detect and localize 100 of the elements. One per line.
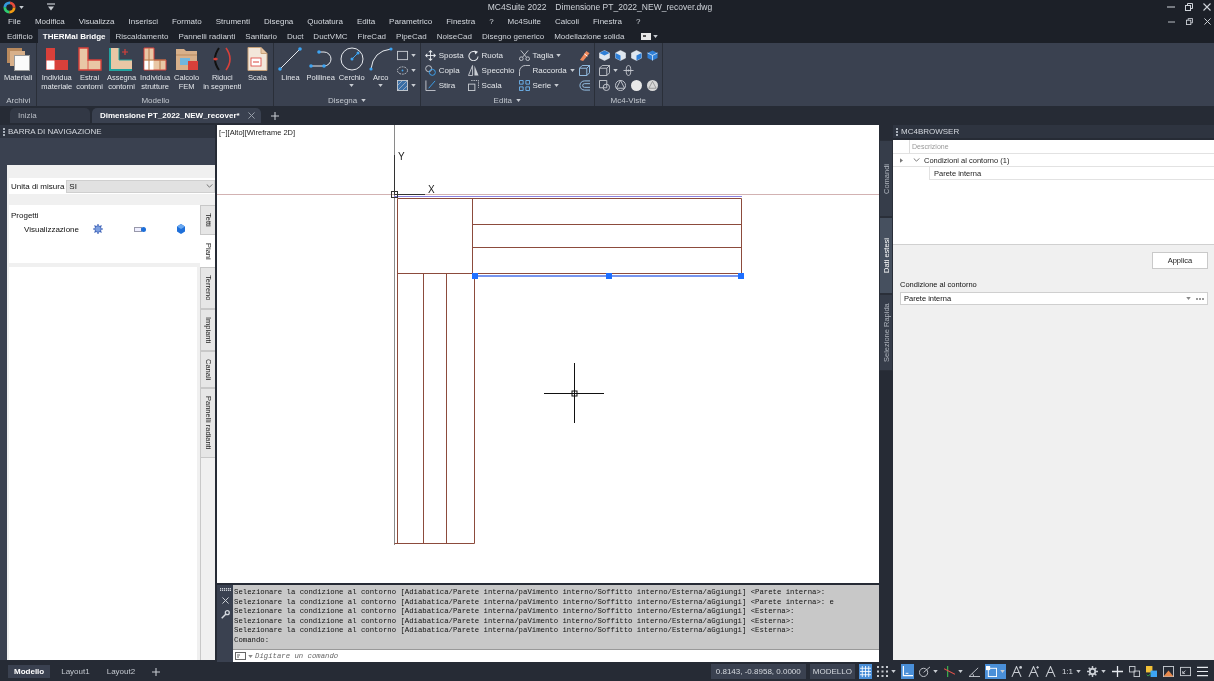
menu-item[interactable]: ? — [482, 17, 501, 26]
icon-button[interactable] — [628, 48, 644, 63]
document-tab[interactable]: Inizia — [10, 108, 90, 123]
ribbon-tab[interactable]: Disegno generico — [476, 29, 550, 43]
plus-icon[interactable] — [270, 111, 279, 120]
status-toggle[interactable] — [984, 664, 1006, 679]
menu-item[interactable]: Disegna — [256, 17, 301, 26]
menu-item[interactable]: ? — [628, 17, 648, 26]
close-icon[interactable] — [221, 597, 229, 604]
status-toggle[interactable] — [900, 664, 914, 679]
unit-dropdown[interactable]: SI — [66, 179, 215, 193]
menu-item[interactable]: Quotatura — [300, 17, 350, 26]
gear-icon[interactable] — [93, 224, 103, 234]
icon-button[interactable] — [596, 78, 612, 93]
menu-item[interactable]: Mc4Suite — [500, 17, 548, 26]
restore-icon[interactable] — [1185, 3, 1193, 11]
ribbon-tab[interactable]: Pannelli radianti — [173, 29, 241, 43]
caret-icon[interactable] — [19, 5, 24, 9]
ribbon-button[interactable]: Specchio — [465, 63, 517, 78]
ribbon-tab[interactable]: FireCad — [352, 29, 392, 43]
restore-icon[interactable] — [1186, 18, 1193, 25]
ribbon-tab[interactable]: NoiseCad — [431, 29, 477, 43]
menu-item[interactable]: Strumenti — [208, 17, 257, 26]
ribbon-tab[interactable]: Sanitario — [240, 29, 282, 43]
status-toggle[interactable] — [1026, 664, 1040, 679]
menu-item[interactable]: Modifica — [27, 17, 72, 26]
ribbon-button[interactable]: Scala — [465, 78, 517, 93]
status-button[interactable] — [1145, 664, 1158, 679]
command-prompt-icon[interactable] — [235, 652, 246, 660]
status-toggle[interactable] — [875, 664, 897, 679]
tree-item[interactable]: Visualizzazione — [24, 224, 79, 234]
ribbon-button[interactable]: Ruota — [465, 48, 517, 63]
ribbon-tab[interactable]: DuctVMC — [308, 29, 353, 43]
wrench-icon[interactable] — [220, 610, 230, 619]
menu-item[interactable]: Calcoli — [547, 17, 586, 26]
icon-button[interactable] — [394, 63, 418, 78]
selected-polyline[interactable] — [472, 273, 744, 279]
minimize-icon[interactable] — [1168, 20, 1175, 23]
plus-icon[interactable] — [152, 667, 161, 676]
ribbon-tab[interactable]: Riscaldamento — [110, 29, 174, 43]
model-space-button[interactable]: MODELLO — [809, 664, 855, 679]
logo-icon[interactable] — [3, 0, 16, 14]
icon-button[interactable] — [620, 63, 636, 78]
ribbon-tab[interactable]: Modellazione solida — [549, 29, 630, 43]
ribbon-button[interactable]: Raccorda — [516, 63, 577, 78]
chevron-icon[interactable] — [913, 158, 920, 162]
dropdown-icon[interactable] — [47, 3, 55, 11]
grip-icon[interactable] — [219, 588, 231, 591]
icon-button[interactable] — [612, 48, 628, 63]
menu-item[interactable]: Visualizza — [71, 17, 122, 26]
panel-menu-button[interactable]: Edita — [493, 95, 521, 105]
ribbon-button[interactable]: Copia — [422, 63, 466, 78]
icon-button[interactable] — [644, 48, 660, 63]
hexagon-icon[interactable] — [177, 224, 185, 234]
status-button[interactable] — [1128, 664, 1141, 679]
menu-item[interactable]: Parametrico — [382, 17, 440, 26]
status-toggle[interactable] — [1043, 664, 1057, 679]
status-button[interactable] — [1179, 664, 1192, 679]
status-button[interactable] — [1162, 664, 1175, 679]
ellipsis-icon[interactable] — [1196, 297, 1204, 300]
status-button[interactable] — [1196, 664, 1209, 679]
document-tab[interactable]: Dimensione PT_2022_NEW_recover* — [92, 108, 261, 123]
close-icon[interactable] — [1203, 3, 1211, 11]
tree-item[interactable]: Progetti — [11, 210, 39, 220]
icon-button[interactable] — [576, 78, 592, 93]
status-toggle[interactable] — [1009, 664, 1023, 679]
layout-tab[interactable]: Layout1 — [55, 665, 96, 678]
close-icon[interactable] — [1204, 18, 1211, 25]
ribbon-button[interactable]: Taglia — [516, 48, 577, 63]
status-button[interactable] — [1111, 664, 1124, 679]
status-button[interactable] — [1086, 664, 1107, 679]
icon-button[interactable] — [596, 63, 620, 78]
ribbon-button[interactable]: Sposta — [422, 48, 466, 63]
icon-button[interactable] — [644, 78, 660, 93]
icon-button[interactable] — [394, 48, 418, 63]
status-toggle[interactable] — [942, 664, 964, 679]
menu-item[interactable]: Edita — [349, 17, 383, 26]
layout-tab[interactable]: Layout2 — [100, 665, 142, 678]
ribbon-tab[interactable]: PipeCad — [391, 29, 432, 43]
icon-button[interactable] — [612, 78, 628, 93]
status-toggle[interactable] — [917, 664, 939, 679]
icon-button[interactable] — [596, 48, 612, 63]
menu-item[interactable]: File — [1, 17, 28, 26]
icon-button[interactable] — [628, 78, 644, 93]
panel-menu-button[interactable]: Disegna — [327, 95, 367, 105]
ribbon-tab[interactable]: Edificio — [2, 29, 38, 43]
layout-tab[interactable]: Modello — [8, 665, 51, 678]
icon-button[interactable] — [394, 78, 418, 93]
status-toggle[interactable] — [858, 664, 872, 679]
switch-icon[interactable] — [134, 225, 146, 233]
menu-item[interactable]: Finestra — [439, 17, 483, 26]
ribbon-button[interactable]: Stira — [422, 78, 466, 93]
icon-button[interactable] — [576, 63, 592, 78]
ribbon-tab[interactable]: Duct — [281, 29, 309, 43]
ribbon-button[interactable]: Serie — [516, 78, 577, 93]
annotation-scale-button[interactable]: 1:1 — [1060, 664, 1082, 679]
ribbon-tab[interactable]: THERMal Bridge — [37, 29, 111, 43]
menu-item[interactable]: Formato — [164, 17, 209, 26]
menu-item[interactable]: Inserisci — [121, 17, 165, 26]
menu-item[interactable]: Finestra — [585, 17, 629, 26]
